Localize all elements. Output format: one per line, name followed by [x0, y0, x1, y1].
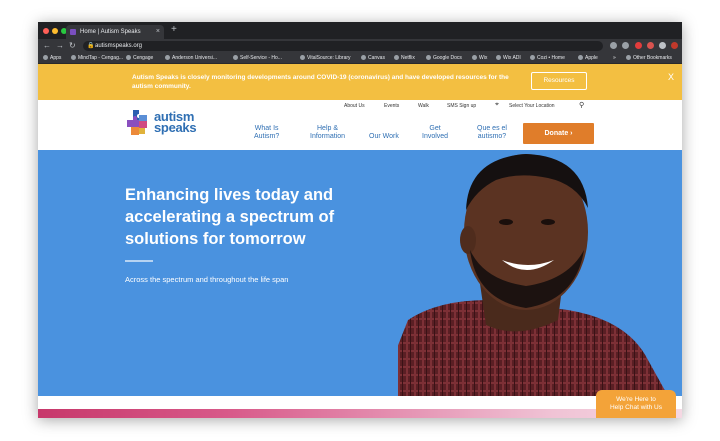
- apps-icon: [43, 55, 48, 60]
- utility-events[interactable]: Events: [384, 103, 399, 109]
- nav-our-work[interactable]: Our Work: [369, 125, 399, 141]
- search-icon[interactable]: ⚲: [579, 101, 584, 109]
- hero-section: Enhancing lives today and accelerating a…: [38, 150, 682, 396]
- bookmark-wix-adi[interactable]: Wix ADI: [496, 52, 521, 64]
- chat-widget-button[interactable]: We're Here to Help Chat with Us: [596, 390, 676, 418]
- location-pin-icon: ⌖: [495, 101, 499, 108]
- tab-bar: Home | Autism Speaks × +: [38, 22, 682, 39]
- banner-message: Autism Speaks is closely monitoring deve…: [132, 74, 509, 90]
- folder-icon: [626, 55, 631, 60]
- wix-icon: [472, 55, 477, 60]
- bookmark-anderson[interactable]: Anderson Universi...: [165, 52, 217, 64]
- self-service-icon: [233, 55, 238, 60]
- cengage-icon: [126, 55, 131, 60]
- nav-que-es-el-autismo[interactable]: Que es el autismo?: [477, 125, 507, 141]
- utility-sms-sign-up[interactable]: SMS Sign up: [447, 103, 476, 109]
- apple-icon: [578, 55, 583, 60]
- utility-select-location[interactable]: Select Your Location: [509, 103, 555, 109]
- banner-close-icon[interactable]: X: [668, 72, 674, 82]
- tab-close-icon[interactable]: ×: [156, 25, 160, 39]
- vitalsource-icon: [300, 55, 305, 60]
- lock-icon: 🔒: [87, 43, 95, 49]
- resources-button[interactable]: Resources: [531, 72, 587, 90]
- utility-about-us[interactable]: About Us: [344, 103, 365, 109]
- bookmark-cozi[interactable]: Cozi • Home: [530, 52, 565, 64]
- bookmark-google-docs[interactable]: Google Docs: [426, 52, 462, 64]
- canvas-icon: [361, 55, 366, 60]
- browser-tab[interactable]: Home | Autism Speaks ×: [66, 25, 164, 39]
- bookmarks-overflow[interactable]: »: [613, 52, 616, 64]
- nav-help-information[interactable]: Help & Information: [310, 125, 345, 141]
- address-bar[interactable]: 🔒 autismspeaks.org: [83, 41, 603, 51]
- url-text: autismspeaks.org: [95, 43, 143, 49]
- bookmark-apple[interactable]: Apple: [578, 52, 598, 64]
- star-icon[interactable]: [622, 42, 629, 49]
- anderson-icon: [165, 55, 170, 60]
- close-window-icon[interactable]: [43, 28, 49, 34]
- mindtap-icon: [71, 55, 76, 60]
- back-icon[interactable]: ←: [43, 39, 51, 52]
- donate-button[interactable]: Donate ›: [523, 123, 594, 144]
- profile-avatar-icon[interactable]: [671, 42, 678, 49]
- covid-banner: Autism Speaks is closely monitoring deve…: [38, 64, 682, 100]
- netflix-icon: [394, 55, 399, 60]
- nav-what-is-autism[interactable]: What Is Autism?: [254, 125, 279, 141]
- bookmark-vitalsource[interactable]: VitalSource: Library: [300, 52, 351, 64]
- reload-icon[interactable]: ↻: [69, 39, 76, 52]
- bookmark-cengage[interactable]: Cengage: [126, 52, 153, 64]
- bookmarks-bar: Apps MindTap - Cengag... Cengage Anderso…: [38, 52, 682, 64]
- google-docs-icon: [426, 55, 431, 60]
- bookmark-self-service[interactable]: Self-Service - Ho...: [233, 52, 282, 64]
- puzzle-logo-icon[interactable]: [125, 109, 151, 136]
- cozi-icon: [530, 55, 535, 60]
- bookmark-netflix[interactable]: Netflix: [394, 52, 415, 64]
- hero-title: Enhancing lives today and accelerating a…: [125, 186, 335, 248]
- extensions-puzzle-icon[interactable]: [659, 42, 666, 49]
- bookmark-apps[interactable]: Apps: [43, 52, 61, 64]
- favicon-icon: [70, 29, 76, 35]
- pinterest-icon[interactable]: [635, 42, 642, 49]
- tab-title: Home | Autism Speaks: [80, 29, 141, 35]
- logo-wordmark[interactable]: autism speaks: [154, 110, 197, 134]
- hero-subtitle: Across the spectrum and throughout the l…: [125, 275, 289, 284]
- minimize-window-icon[interactable]: [52, 28, 58, 34]
- browser-window: Home | Autism Speaks × + ← → ↻ 🔒 autisms…: [38, 22, 682, 418]
- new-tab-icon[interactable]: +: [171, 24, 177, 35]
- toolbar: ← → ↻ 🔒 autismspeaks.org: [38, 39, 682, 52]
- utility-walk[interactable]: Walk: [418, 103, 429, 109]
- nav-get-involved[interactable]: Get Involved: [422, 125, 448, 141]
- wix-adi-icon: [496, 55, 501, 60]
- bookmark-canvas[interactable]: Canvas: [361, 52, 385, 64]
- bookmark-other[interactable]: Other Bookmarks: [626, 52, 672, 64]
- translate-icon[interactable]: [610, 42, 617, 49]
- bookmark-mindtap[interactable]: MindTap - Cengag...: [71, 52, 123, 64]
- decorative-gradient-bar: [38, 409, 682, 418]
- forward-icon[interactable]: →: [56, 39, 64, 52]
- bookmark-wix[interactable]: Wix: [472, 52, 487, 64]
- hero-divider: [125, 260, 153, 262]
- hero-portrait-image: [398, 154, 668, 396]
- extension-icon[interactable]: [647, 42, 654, 49]
- site-header: autism speaks About Us Events Walk SMS S…: [38, 100, 682, 150]
